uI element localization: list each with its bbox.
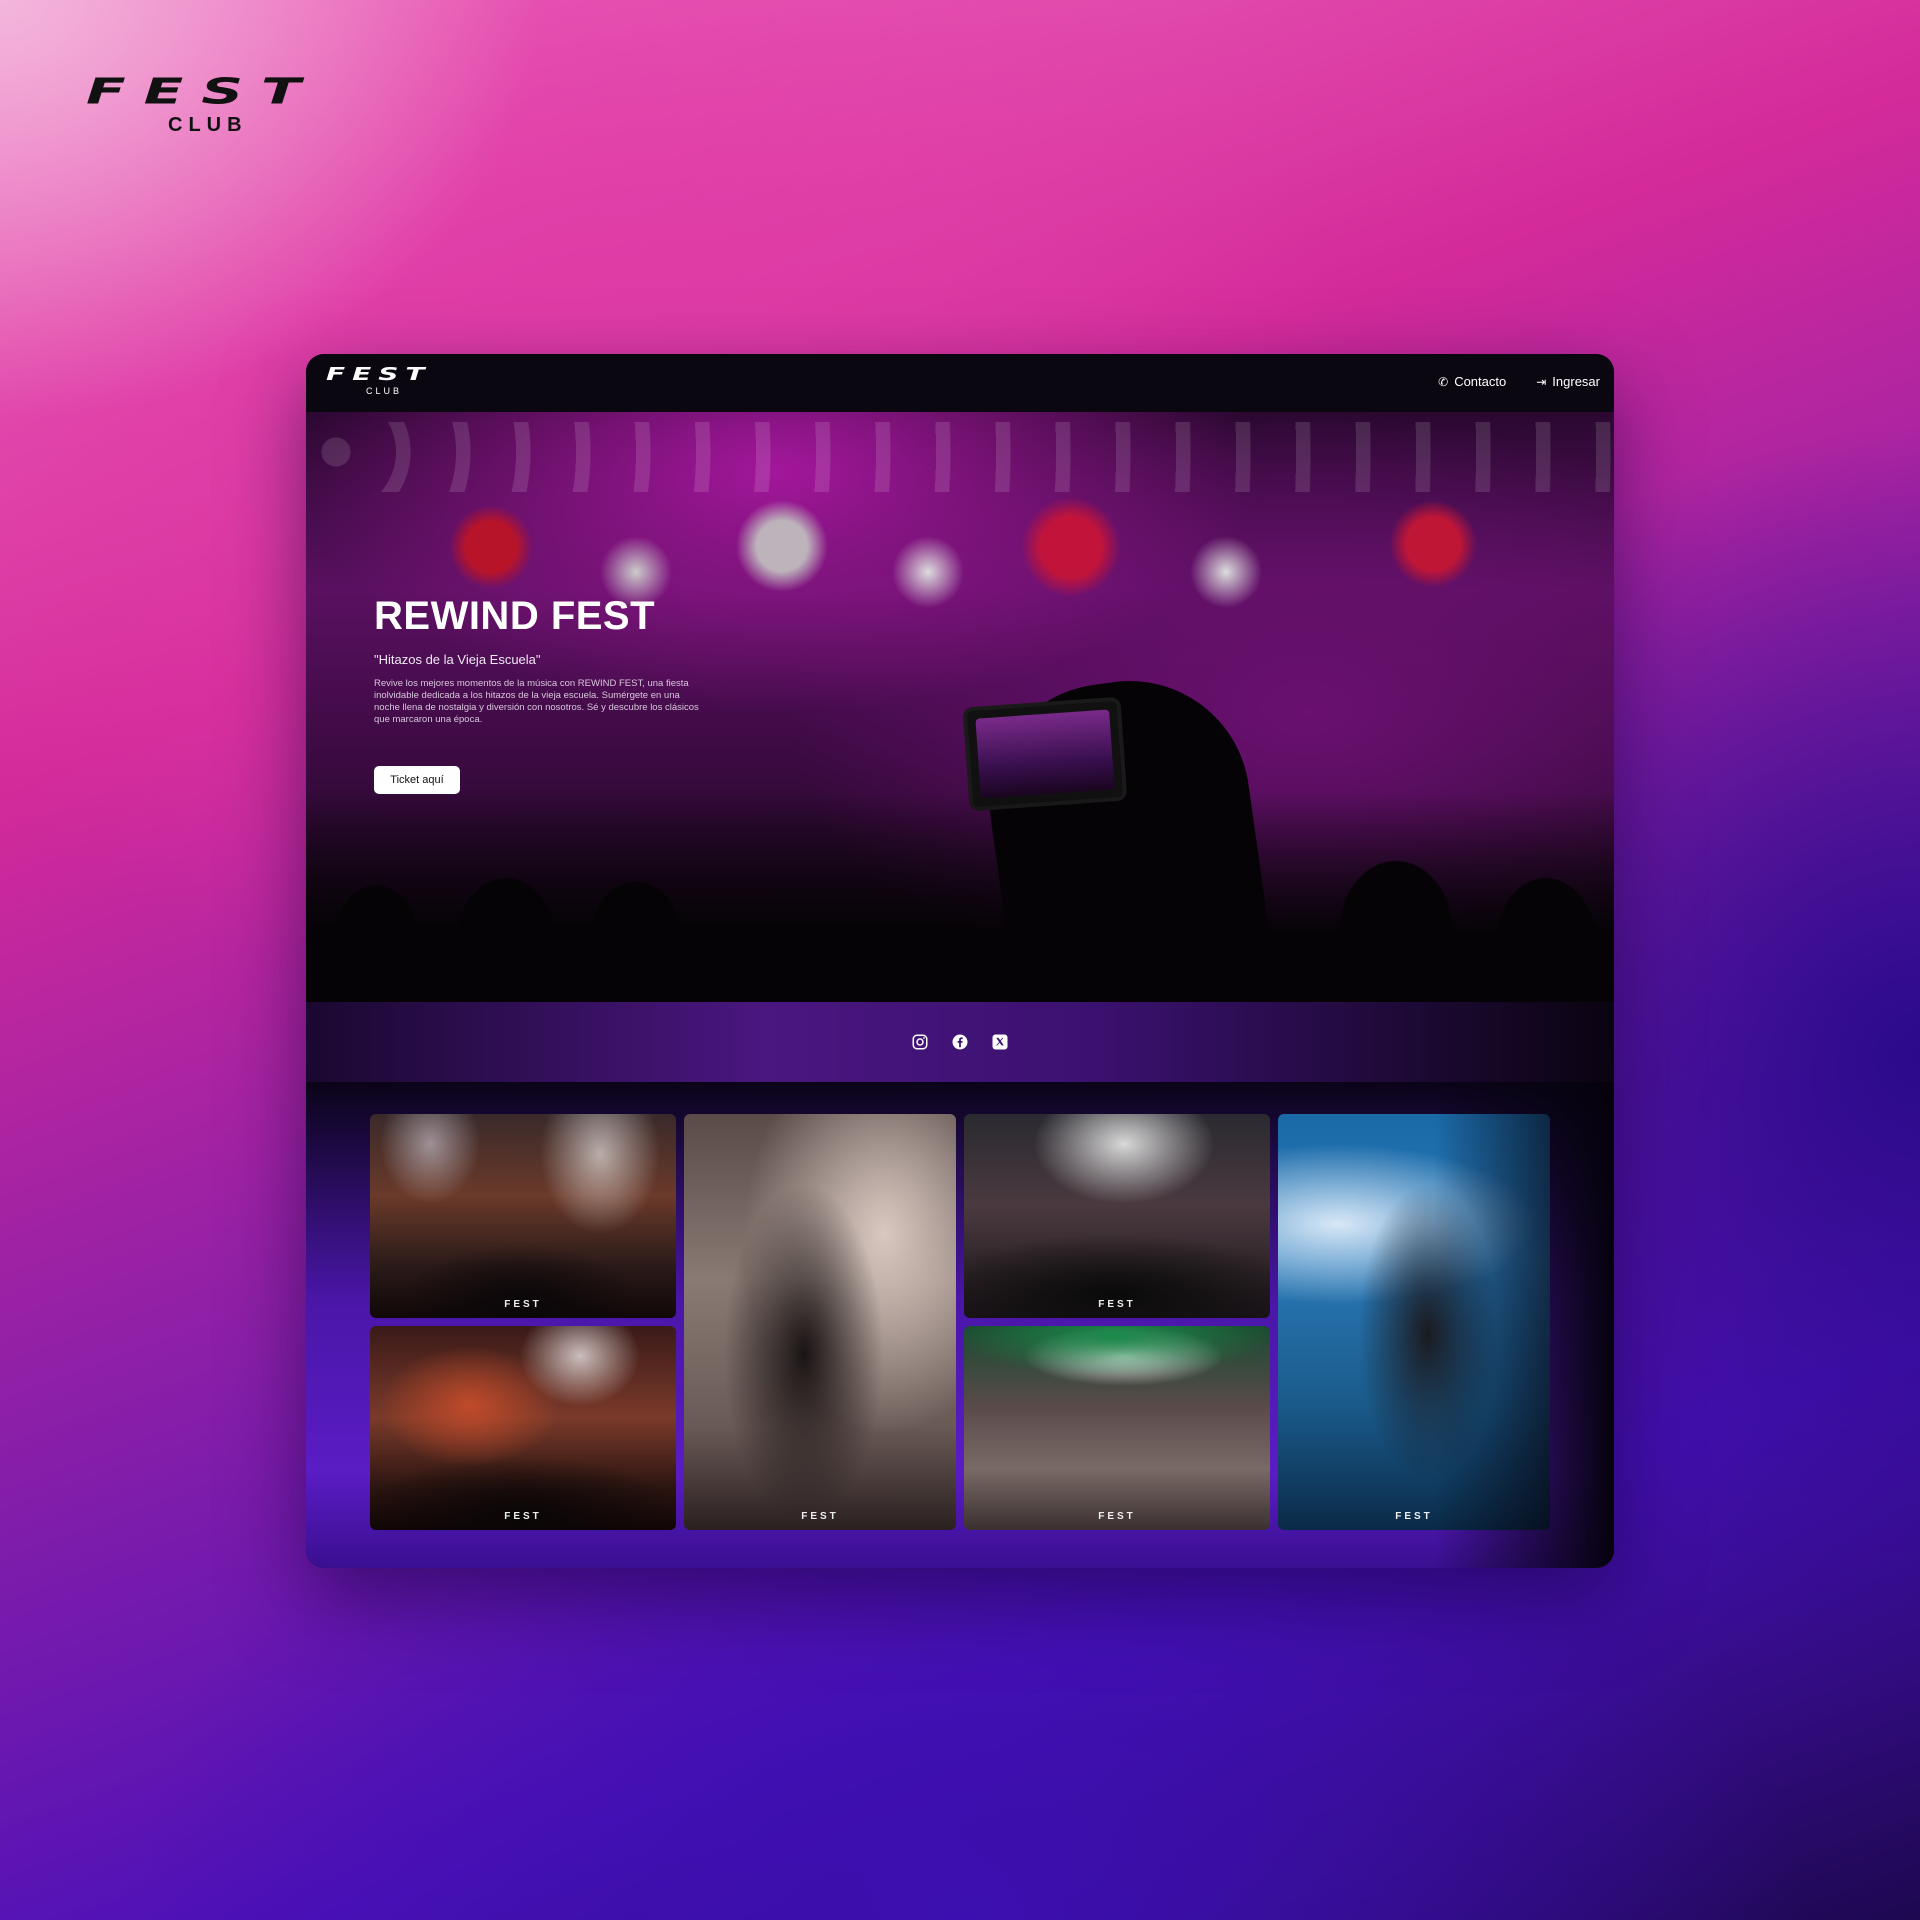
watermark: FEST	[504, 1299, 542, 1310]
watermark: FEST	[801, 1511, 839, 1522]
nav-ingresar-link[interactable]: ⇥ Ingresar	[1536, 374, 1600, 389]
facebook-icon[interactable]	[951, 1033, 969, 1051]
watermark: FEST	[1395, 1511, 1433, 1522]
hero-bokeh-lights	[306, 422, 1614, 492]
photo-gallery: FEST FEST FEST FEST FEST FEST	[306, 1082, 1614, 1568]
hero-banner: REWIND FEST "Hitazos de la Vieja Escuela…	[306, 412, 1614, 1002]
login-icon: ⇥	[1536, 374, 1547, 389]
gallery-tile-rapper-performer[interactable]: FEST	[684, 1114, 956, 1530]
outer-brand-logo: FEST CLUB	[86, 70, 358, 140]
gallery-tile-band-red-stage[interactable]: FEST	[370, 1326, 676, 1530]
gallery-tile-rapper-blue-lights[interactable]: FEST	[1278, 1114, 1550, 1530]
nav-links: ✆ Contacto ⇥ Ingresar	[1438, 374, 1600, 389]
gallery-tile-crowd-green-lights[interactable]: FEST	[964, 1326, 1270, 1530]
top-navbar: FEST CLUB ✆ Contacto ⇥ Ingresar	[306, 354, 1614, 412]
hero-description: Revive los mejores momentos de la música…	[374, 678, 699, 725]
instagram-icon[interactable]	[911, 1033, 929, 1051]
nav-contacto-link[interactable]: ✆ Contacto	[1438, 374, 1506, 389]
watermark: FEST	[1098, 1511, 1136, 1522]
nav-ingresar-label: Ingresar	[1552, 374, 1600, 389]
phone-icon: ✆	[1438, 374, 1449, 389]
social-band	[306, 1002, 1614, 1082]
x-icon[interactable]	[991, 1033, 1009, 1051]
website-mockup-window: FEST CLUB ✆ Contacto ⇥ Ingresar REWIND F…	[306, 354, 1614, 1568]
logo-club-text: CLUB	[168, 114, 248, 136]
social-icons-row	[306, 1002, 1614, 1082]
gallery-tile-crowd-stage[interactable]: FEST	[964, 1114, 1270, 1318]
hero-subtitle: "Hitazos de la Vieja Escuela"	[374, 652, 541, 667]
watermark: FEST	[1098, 1299, 1136, 1310]
gallery-tile-concert-band[interactable]: FEST	[370, 1114, 676, 1318]
nav-logo-fest-text: FEST	[326, 364, 432, 385]
ticket-button[interactable]: Ticket aquí	[374, 766, 460, 794]
watermark: FEST	[504, 1511, 542, 1522]
nav-logo-club-text: CLUB	[366, 386, 403, 396]
logo-fest-text: FEST	[86, 70, 319, 113]
hero-crowd-silhouette	[306, 792, 1614, 1002]
nav-logo[interactable]: FEST CLUB	[326, 364, 466, 400]
hero-title: REWIND FEST	[374, 594, 656, 638]
nav-contacto-label: Contacto	[1454, 374, 1507, 389]
